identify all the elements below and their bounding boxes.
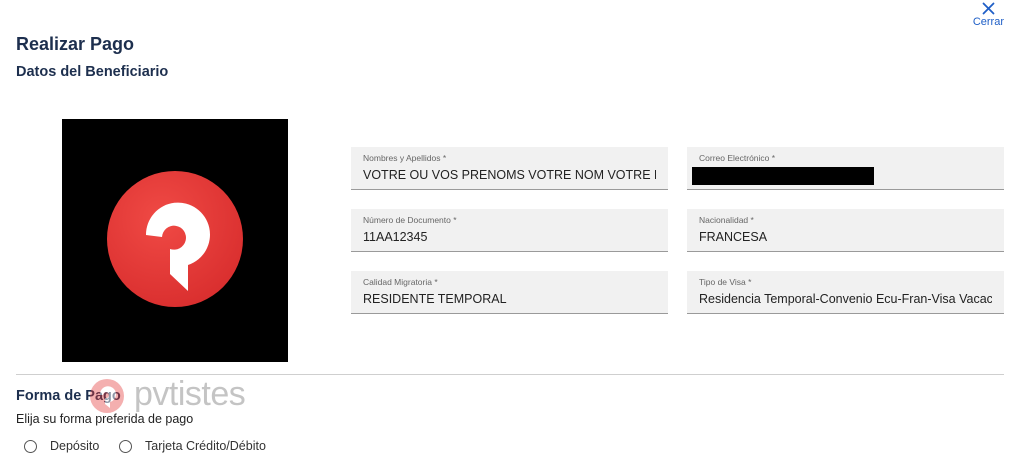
radio-tarjeta[interactable]: Tarjeta Crédito/Débito: [119, 439, 266, 453]
radio-deposito[interactable]: Depósito: [24, 439, 99, 453]
watermark-text: pvtistes: [134, 375, 246, 413]
field-label: Calidad Migratoria *: [363, 277, 438, 287]
field-label: Nombres y Apellidos *: [363, 153, 447, 163]
field-nacionalidad[interactable]: Nacionalidad * FRANCESA: [687, 209, 1004, 252]
field-label: Número de Documento *: [363, 215, 457, 225]
section-subtitle: Datos del Beneficiario: [16, 64, 169, 80]
field-value: 11AA12345: [363, 230, 428, 244]
field-value: FRANCESA: [699, 230, 768, 244]
field-value: RESIDENTE TEMPORAL: [363, 292, 507, 306]
page-title: Realizar Pago: [16, 34, 135, 54]
radio-button[interactable]: [119, 439, 132, 453]
field-label: Correo Electrónico *: [699, 153, 776, 163]
beneficiary-photo: [62, 119, 288, 362]
field-correo[interactable]: Correo Electrónico *: [687, 147, 1004, 190]
radio-label: Depósito: [50, 439, 100, 453]
field-value: VOTRE OU VOS PRENOMS VOTRE NOM VOTRE DE: [363, 168, 656, 182]
field-tipo-visa[interactable]: Tipo de Visa * Residencia Temporal-Conve…: [687, 271, 1004, 314]
radio-button[interactable]: [24, 439, 37, 453]
field-calidad-migratoria[interactable]: Calidad Migratoria * RESIDENTE TEMPORAL: [351, 271, 668, 314]
field-nombres[interactable]: Nombres y Apellidos * VOTRE OU VOS PRENO…: [351, 147, 668, 190]
close-button[interactable]: Cerrar: [973, 2, 1004, 28]
close-icon: [982, 2, 995, 15]
watermark-logo-icon: [90, 379, 124, 413]
field-label: Nacionalidad *: [699, 215, 754, 225]
field-value: Residencia Temporal-Convenio Ecu-Fran-Vi…: [699, 292, 992, 306]
field-label: Tipo de Visa *: [699, 277, 752, 287]
redacted-email: [692, 167, 874, 185]
radio-label: Tarjeta Crédito/Débito: [145, 439, 266, 453]
field-documento[interactable]: Número de Documento * 11AA12345: [351, 209, 668, 252]
pvtistes-logo-icon: [107, 171, 243, 307]
close-label: Cerrar: [972, 16, 1004, 28]
